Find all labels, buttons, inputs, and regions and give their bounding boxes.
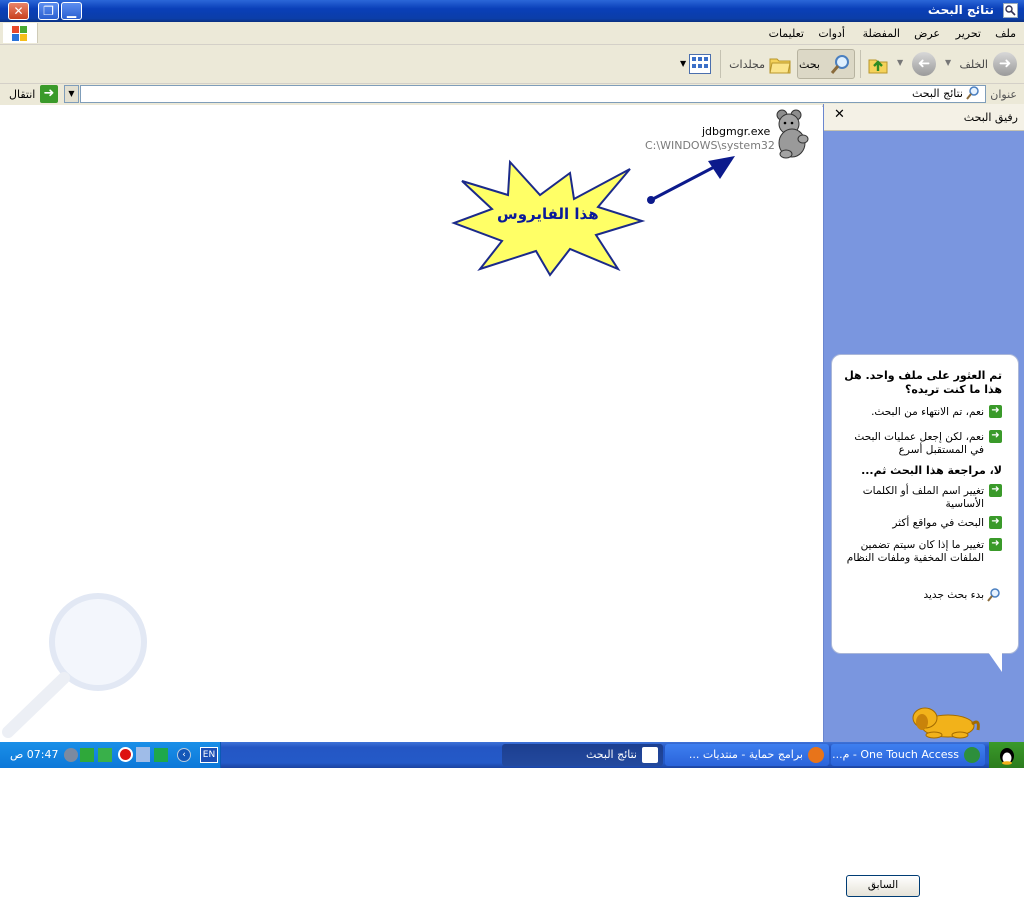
windows-logo-icon <box>3 23 38 43</box>
flag-tray-icon[interactable] <box>80 748 94 762</box>
task-label: برامج حماية - منتديات ... <box>688 748 803 761</box>
close-button[interactable]: ✕ <box>8 2 29 20</box>
one-touch-icon <box>964 747 980 763</box>
restore-button[interactable]: ❐ <box>38 2 59 20</box>
new-search-link[interactable]: بدء بحث جديد <box>839 589 985 602</box>
forward-arrow-icon[interactable]: ➜ <box>912 52 936 76</box>
antivirus-tray-icon[interactable] <box>118 747 133 762</box>
side-pane-close-icon[interactable]: ✕ <box>834 107 845 122</box>
back-arrow-icon[interactable]: ➜ <box>993 52 1017 76</box>
option-more-locations[interactable]: البحث في مواقع أكثر <box>839 517 984 530</box>
option5-arrow-icon[interactable]: ➜ <box>989 538 1002 551</box>
option-done[interactable]: نعم، تم الانتهاء من البحث. <box>839 406 984 419</box>
option2-arrow-icon[interactable]: ➜ <box>989 430 1002 443</box>
window-title: نتائج البحث <box>927 3 994 17</box>
task-label: One Touch Access - م... <box>832 748 959 761</box>
option1-arrow-icon[interactable]: ➜ <box>989 405 1002 418</box>
penguin-icon <box>1000 748 1014 765</box>
show-hidden-icons-icon[interactable]: ‹ <box>177 748 191 762</box>
address-value: نتائج البحث <box>911 87 963 100</box>
search-window-icon <box>1003 3 1018 18</box>
side-pane-title: رفيق البحث <box>963 111 1018 124</box>
menu-help[interactable]: تعليمات <box>769 27 804 40</box>
go-arrow-icon[interactable]: ➜ <box>40 85 58 103</box>
option3-arrow-icon[interactable]: ➜ <box>989 484 1002 497</box>
monitor-tray-icon[interactable] <box>136 747 150 762</box>
results-pane: jdbgmgr.exe C:\WINDOWS\system32 هذا الفا… <box>0 105 822 742</box>
taskbar-item-browser[interactable]: برامج حماية - منتديات ... <box>665 744 829 766</box>
menu-edit[interactable]: تحرير <box>956 27 981 40</box>
option-faster[interactable]: نعم، لكن إجعل عمليات البحث في المستقبل أ… <box>839 431 984 457</box>
system-tray: 07:47 ص ‹ <box>0 742 221 768</box>
menu-tools[interactable]: أدوات <box>818 27 845 40</box>
balloon-subtitle: لا، مراجعة هذا البحث ثم... <box>861 464 1002 477</box>
minimize-button[interactable]: ▁ <box>61 2 82 20</box>
toolbar-separator <box>720 50 721 78</box>
up-folder-icon[interactable] <box>867 53 889 75</box>
file-name[interactable]: jdbgmgr.exe <box>702 125 770 138</box>
side-pane-header: ✕ رفيق البحث <box>824 104 1024 131</box>
menu-view[interactable]: عرض <box>914 27 940 40</box>
back-dropdown-icon[interactable]: ▼ <box>945 58 951 67</box>
address-input[interactable]: نتائج البحث <box>80 85 986 103</box>
firefox-icon <box>808 747 824 763</box>
folders-icon[interactable] <box>768 53 792 75</box>
title-bar: ✕ ❐ ▁ نتائج البحث <box>0 0 1024 22</box>
search-label: بحث <box>799 58 820 71</box>
teddy-bear-file-icon[interactable] <box>772 107 812 161</box>
menu-file[interactable]: ملف <box>995 27 1016 40</box>
views-dropdown-icon[interactable]: ▼ <box>680 59 686 68</box>
menu-favorites[interactable]: المفضلة <box>863 27 900 40</box>
start-button[interactable] <box>989 742 1024 768</box>
views-icon[interactable] <box>689 54 711 74</box>
balloon-question: تم العثور على ملف واحد. هل هذا ما كنت تر… <box>844 369 1002 396</box>
magnifier-watermark-icon <box>2 593 147 738</box>
option-change-name[interactable]: تغيير اسم الملف أو الكلمات الأساسية <box>839 485 984 511</box>
menu-bar: ملف تحرير عرض المفضلة أدوات تعليمات <box>0 22 1024 45</box>
forward-dropdown-icon[interactable]: ▼ <box>897 58 903 67</box>
address-dropdown-icon[interactable]: ▼ <box>64 85 79 103</box>
balloon-tail <box>988 652 1002 672</box>
option-hidden-files[interactable]: تغيير ما إذا كان سيتم تضمين الملفات المخ… <box>839 539 984 565</box>
search-dog-icon[interactable] <box>908 700 982 740</box>
language-indicator[interactable]: EN <box>200 747 218 763</box>
toolbar: ➜ الخلف ▼ ➜ ▼ بحث مجلدات ▼ <box>0 45 1024 84</box>
search-button[interactable]: بحث <box>797 49 855 79</box>
search-balloon: تم العثور على ملف واحد. هل هذا ما كنت تر… <box>831 354 1019 897</box>
search-window-icon <box>642 747 658 763</box>
task-label: نتائج البحث <box>585 748 637 761</box>
go-label[interactable]: انتقال <box>9 88 35 101</box>
security-tray-icon[interactable] <box>98 748 112 762</box>
option4-arrow-icon[interactable]: ➜ <box>989 516 1002 529</box>
connection-tray-icon[interactable] <box>154 748 168 762</box>
address-label: عنوان <box>990 88 1017 101</box>
back-button[interactable]: السابق <box>846 875 920 897</box>
back-label[interactable]: الخلف <box>959 58 988 71</box>
new-search-magnifier-icon[interactable] <box>986 587 1002 606</box>
taskbar-item-one-touch[interactable]: One Touch Access - م... <box>831 744 985 766</box>
clock[interactable]: 07:47 ص <box>10 748 59 761</box>
folders-label[interactable]: مجلدات <box>729 58 765 71</box>
toolbar-separator <box>860 50 861 78</box>
taskbar-item-search-results[interactable]: نتائج البحث <box>502 744 663 766</box>
annotation-arrow <box>647 156 735 204</box>
annotation-text: هذا الفايروس <box>497 205 599 223</box>
search-companion-pane: ✕ رفيق البحث تم العثور على ملف واحد. هل … <box>823 104 1024 897</box>
taskbar: 07:47 ص ‹ EN One Touch Access - م... برا… <box>0 742 1024 768</box>
search-results-icon <box>965 84 981 105</box>
network-tray-icon[interactable] <box>64 748 78 762</box>
magnifier-icon <box>830 53 852 78</box>
